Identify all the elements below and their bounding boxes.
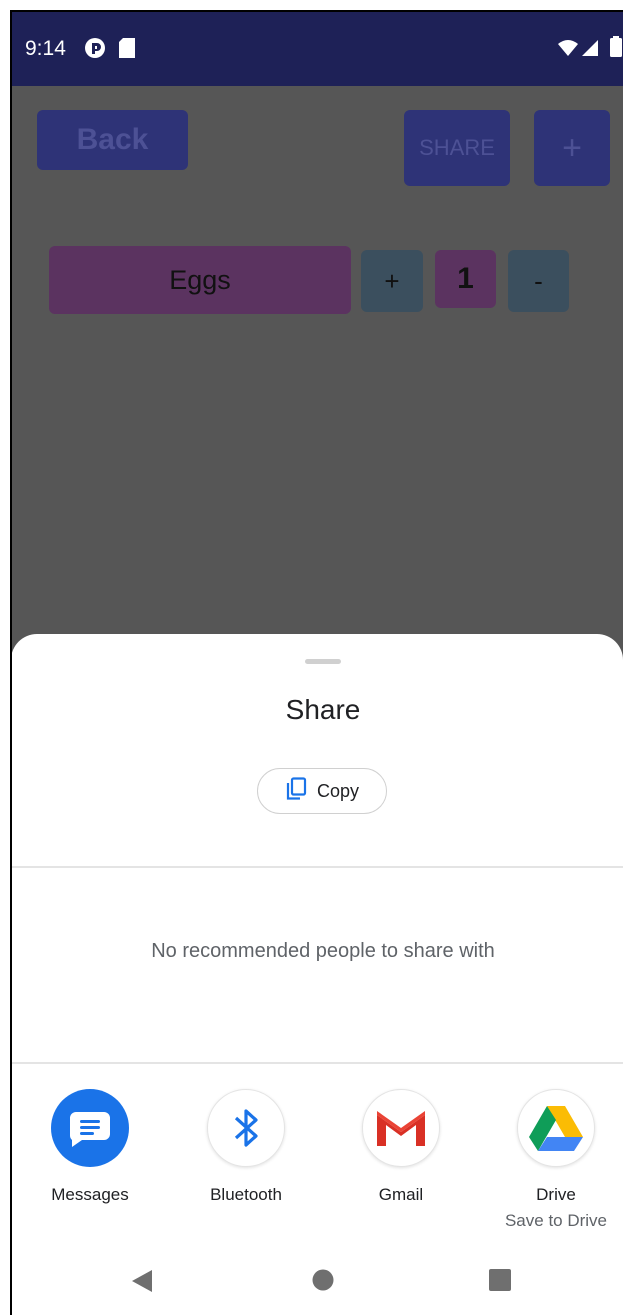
share-target-gmail[interactable]: Gmail: [336, 1089, 466, 1205]
navigation-bar: [11, 1245, 623, 1315]
share-sheet: Share Copy No recommended people to shar…: [11, 634, 623, 1315]
add-item-button[interactable]: +: [534, 110, 610, 186]
notification-app-icon: [84, 37, 106, 64]
share-sheet-title: Share: [285, 694, 361, 725]
increment-button[interactable]: +: [361, 250, 423, 312]
recents-nav-icon[interactable]: [489, 1269, 511, 1296]
wifi-icon: [557, 39, 579, 62]
back-nav-icon[interactable]: [131, 1269, 153, 1298]
status-time: 9:14: [25, 37, 66, 60]
share-target-label: Drive: [536, 1185, 576, 1204]
status-bar: 9:14: [11, 11, 623, 86]
item-name: Eggs: [49, 246, 351, 314]
share-target-messages[interactable]: Messages: [25, 1089, 155, 1205]
share-button[interactable]: SHARE: [404, 110, 510, 186]
sd-card-icon: [118, 37, 136, 64]
back-button[interactable]: Back: [37, 110, 188, 170]
divider: [11, 866, 623, 868]
share-target-label: Messages: [51, 1185, 129, 1204]
bluetooth-icon: [207, 1089, 285, 1167]
drag-handle[interactable]: [305, 659, 341, 664]
device-screen: 9:14 Back SHARE + Eggs + 1 - Share Copy …: [11, 11, 623, 1315]
divider: [11, 1062, 623, 1064]
home-nav-icon[interactable]: [312, 1269, 334, 1296]
copy-icon: [285, 776, 307, 806]
share-target-label: Gmail: [378, 1185, 424, 1204]
copy-label: Copy: [316, 780, 360, 801]
item-quantity: 1: [435, 250, 496, 308]
messages-icon: [51, 1089, 129, 1167]
no-recommended-people-text: No recommended people to share with: [151, 940, 495, 962]
copy-button[interactable]: Copy: [257, 768, 387, 814]
share-target-label: Bluetooth: [210, 1185, 282, 1204]
battery-icon: [609, 36, 623, 63]
app-content-dimmed: Back SHARE + Eggs + 1 -: [11, 86, 623, 646]
gmail-icon: [362, 1089, 440, 1167]
signal-icon: [581, 39, 599, 62]
share-target-bluetooth[interactable]: Bluetooth: [181, 1089, 311, 1205]
decrement-button[interactable]: -: [508, 250, 569, 312]
drive-icon: [517, 1089, 595, 1167]
share-target-sublabel: Save to Drive: [504, 1211, 608, 1230]
share-target-drive[interactable]: Drive Save to Drive: [491, 1089, 621, 1231]
